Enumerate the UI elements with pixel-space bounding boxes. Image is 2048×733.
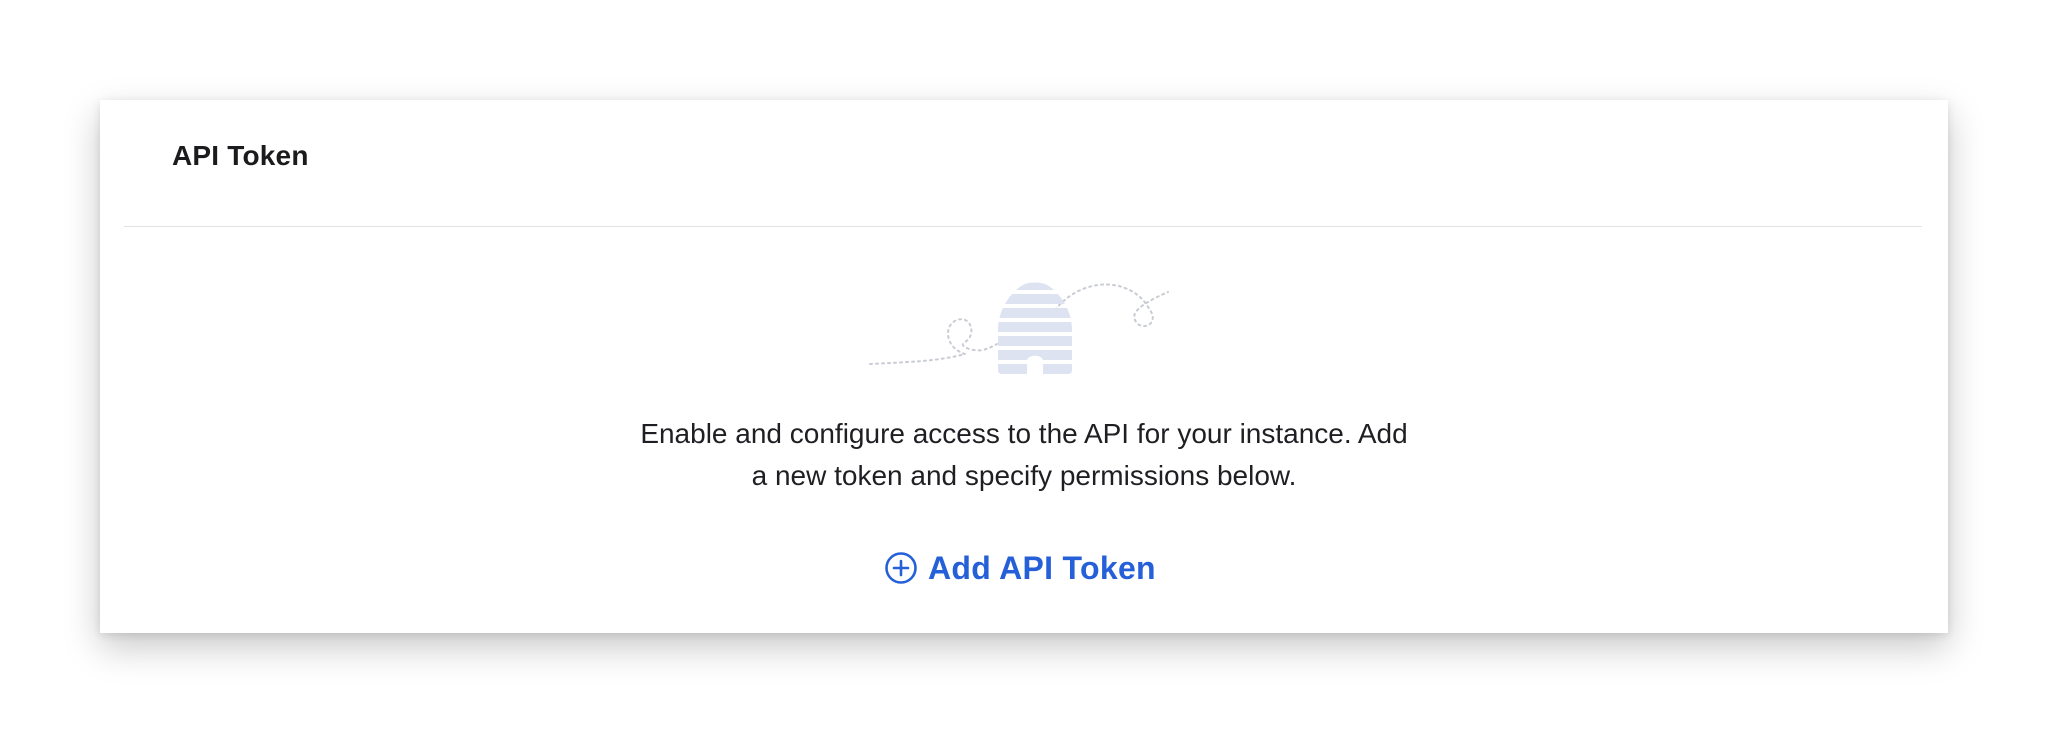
- card-header: API Token: [100, 100, 1948, 227]
- add-api-token-button[interactable]: Add API Token: [884, 543, 1156, 593]
- empty-state-line-1: Enable and configure access to the API f…: [640, 418, 1408, 449]
- page: API Token Enable and configure access to…: [0, 0, 2048, 733]
- header-divider: [124, 226, 1922, 227]
- hive-icon: [998, 282, 1072, 374]
- add-api-token-label: Add API Token: [928, 549, 1156, 586]
- card-title: API Token: [172, 140, 309, 171]
- plus-circle-icon: [885, 552, 917, 584]
- empty-state-line-2: a new token and specify permissions belo…: [751, 460, 1297, 491]
- empty-state-description: Enable and configure access to the API f…: [524, 413, 1524, 497]
- beehive-illustration: [869, 282, 1169, 374]
- api-token-card: API Token Enable and configure access to…: [100, 100, 1948, 633]
